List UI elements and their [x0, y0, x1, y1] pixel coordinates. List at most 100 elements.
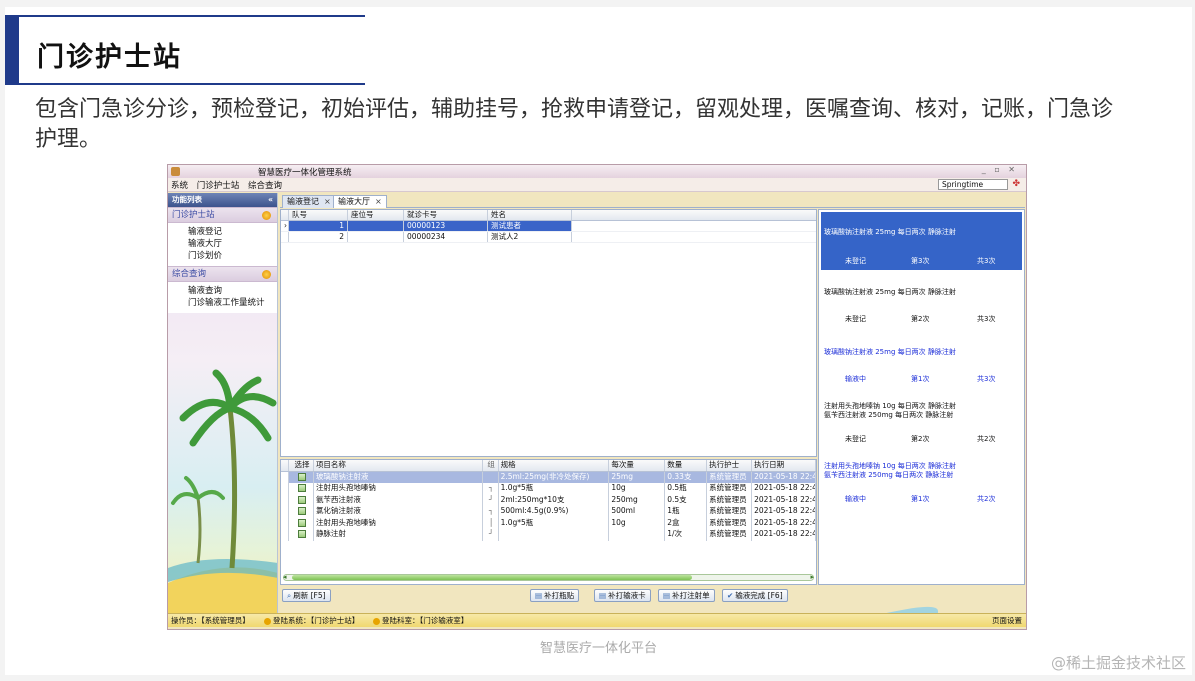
row-checkbox[interactable]	[289, 529, 314, 541]
row-checkbox[interactable]	[289, 517, 314, 529]
menu-nurse-station[interactable]: 门诊护士站	[194, 178, 243, 192]
menu-system[interactable]: 系统	[168, 178, 191, 192]
nav-group-label: 门诊护士站	[172, 210, 215, 220]
col-dose[interactable]: 每次量	[609, 460, 666, 471]
col-name[interactable]: 姓名	[488, 210, 572, 220]
table-row[interactable]: › 玻璃酸钠注射液 2.5ml:25mg(非冷处保存) 25mg 0.33支 系…	[281, 471, 816, 483]
refresh-button[interactable]: ⌕ 刷新 [F5]	[282, 589, 331, 602]
reprint-label-button[interactable]: ▤ 补打瓶贴	[530, 589, 580, 602]
checkbox-icon[interactable]	[297, 530, 306, 538]
cell-dose: 10g	[609, 517, 666, 529]
status-dept-text: 登陆科室：【门诊输液室】	[382, 616, 469, 625]
row-checkbox[interactable]	[289, 483, 314, 495]
nav-item-infusion-register[interactable]: 输液登记	[188, 226, 277, 238]
checkbox-icon[interactable]	[297, 507, 306, 515]
card-status: 输液中	[845, 495, 866, 503]
col-seat[interactable]: 座位号	[348, 210, 404, 220]
row-indicator	[281, 483, 289, 495]
menu-query[interactable]: 综合查询	[245, 178, 285, 192]
checkbox-icon[interactable]	[297, 472, 306, 481]
row-indicator	[281, 494, 289, 506]
title-accent-bar	[5, 17, 19, 83]
card-status: 未登记	[845, 257, 866, 265]
action-button-bar: ⌕ 刷新 [F5] ▤ 补打瓶贴 ▤ 补打输液卡 ▤ 补打注射单 ✔ 输液完成 [F6]	[280, 586, 1025, 604]
col-nurse[interactable]: 执行护士	[707, 460, 753, 471]
infusion-complete-button[interactable]: ✔ 输液完成 [F6]	[722, 589, 788, 602]
collapse-icon[interactable]: «	[268, 193, 273, 207]
window-controls[interactable]: _ ▫ ✕	[982, 165, 1018, 174]
col-queue[interactable]: 队号	[289, 210, 348, 220]
scroll-left-icon[interactable]: ◂	[283, 573, 287, 581]
order-items-header: 选择 项目名称 组 规格 每次量 数量 执行护士 执行日期	[281, 460, 816, 472]
row-indicator	[281, 529, 289, 541]
cell-nurse: 系统管理员	[707, 483, 753, 495]
row-checkbox[interactable]	[289, 506, 314, 518]
app-logo-icon: ✤	[1012, 179, 1020, 189]
scrollbar-thumb[interactable]	[292, 575, 692, 580]
nav-item-infusion-hall[interactable]: 输液大厅	[188, 238, 277, 250]
infusion-card[interactable]: 注射用头孢地嗪钠 10g 每日两次 静脉注射 氨苄西注射液 250mg 每日两次…	[821, 396, 1022, 454]
checkbox-icon[interactable]	[297, 518, 306, 527]
cell-dose	[609, 529, 666, 541]
col-card[interactable]: 就诊卡号	[404, 210, 488, 220]
tab-infusion-register[interactable]: 输液登记 ×	[282, 195, 336, 208]
skin-select[interactable]: Springtime	[938, 179, 1008, 190]
tab-label: 输液登记	[287, 197, 319, 206]
page-setting-link[interactable]: 页面设置	[992, 614, 1022, 627]
reprint-injection-button[interactable]: ▤ 补打注射单	[658, 589, 715, 602]
close-icon[interactable]: ×	[375, 197, 382, 206]
card-count: 第1次	[911, 495, 930, 503]
expand-toggle-icon[interactable]	[262, 270, 271, 279]
tab-infusion-hall[interactable]: 输液大厅 ×	[333, 195, 387, 208]
cell-exec-date: 2021-05-18 22:46:	[752, 517, 816, 529]
nav-item-infusion-query[interactable]: 输液查询	[188, 285, 277, 297]
checkbox-icon[interactable]	[297, 484, 306, 492]
infusion-card[interactable]: 注射用头孢地嗪钠 10g 每日两次 静脉注射 氨苄西注射液 250mg 每日两次…	[821, 456, 1022, 514]
infusion-card[interactable]: 玻璃酸钠注射液 25mg 每日两次 静脉注射 未登记 第2次 共3次	[821, 276, 1022, 330]
table-row[interactable]: 氯化钠注射液 ┐ 500ml:4.5g(0.9%) 500ml 1瓶 系统管理员…	[281, 506, 816, 518]
card-order-text: 氨苄西注射液 250mg 每日两次 静脉注射	[824, 411, 954, 419]
col-spec[interactable]: 规格	[499, 460, 610, 471]
infusion-card[interactable]: 玻璃酸钠注射液 25mg 每日两次 静脉注射 输液中 第1次 共3次	[821, 336, 1022, 390]
horizontal-scrollbar[interactable]: ◂ ▸	[283, 573, 814, 581]
cell-exec-date: 2021-05-18 22:46:	[752, 529, 816, 541]
cell-group: ┘	[483, 494, 499, 506]
cell-nurse: 系统管理员	[707, 529, 753, 541]
col-item-name[interactable]: 项目名称	[314, 460, 483, 471]
table-row[interactable]: 氨苄西注射液 ┘ 2ml:250mg*10支 250mg 0.5支 系统管理员 …	[281, 494, 816, 506]
search-icon: ⌕	[287, 591, 292, 600]
cell-item-name: 注射用头孢地嗪钠	[314, 517, 483, 529]
nav-group-label: 综合查询	[172, 269, 207, 279]
cell-group: ┐	[483, 506, 499, 518]
table-row[interactable]: 注射用头孢地嗪钠 ┐ 1.0g*5瓶 10g 0.5瓶 系统管理员 2021-0…	[281, 483, 816, 495]
close-icon[interactable]: ×	[324, 197, 331, 206]
table-row[interactable]: › 1 00000123 测试患者	[281, 221, 816, 232]
checkbox-icon[interactable]	[297, 495, 306, 504]
cell-item-name: 注射用头孢地嗪钠	[314, 483, 483, 495]
row-indicator-header	[281, 460, 289, 471]
col-select[interactable]: 选择	[289, 460, 314, 471]
table-row[interactable]: 注射用头孢地嗪钠 │ 1.0g*5瓶 10g 2盒 系统管理员 2021-05-…	[281, 517, 816, 529]
table-row[interactable]: 静脉注射 ┘ 1/次 系统管理员 2021-05-18 22:46:	[281, 529, 816, 541]
card-total: 共3次	[977, 257, 996, 265]
nav-group-nurse-station[interactable]: 门诊护士站	[168, 207, 277, 223]
infusion-card[interactable]: 玻璃酸钠注射液 25mg 每日两次 静脉注射 未登记 第3次 共3次	[821, 212, 1022, 270]
nav-item-outpatient-pricing[interactable]: 门诊划价	[188, 250, 277, 262]
cell-seat	[348, 221, 404, 231]
col-exec-date[interactable]: 执行日期	[752, 460, 816, 471]
expand-toggle-icon[interactable]	[262, 211, 271, 220]
table-row[interactable]: 2 00000234 测试人2	[281, 232, 816, 243]
reprint-card-button[interactable]: ▤ 补打输液卡	[594, 589, 651, 602]
printer-icon: ▤	[599, 591, 607, 600]
nav-item-infusion-workload[interactable]: 门诊输液工作量统计	[188, 297, 277, 309]
scroll-right-icon[interactable]: ▸	[810, 573, 814, 581]
queue-table: 队号 座位号 就诊卡号 姓名 › 1 00000123 测试患者 2 00000…	[280, 209, 817, 457]
row-checkbox[interactable]	[289, 494, 314, 506]
col-group[interactable]: 组	[483, 460, 499, 471]
col-qty[interactable]: 数量	[665, 460, 708, 471]
nav-group-query[interactable]: 综合查询	[168, 266, 277, 282]
window-title: 智慧医疗一体化管理系统	[258, 168, 352, 178]
row-checkbox[interactable]	[288, 471, 314, 483]
window-titlebar: 智慧医疗一体化管理系统 _ ▫ ✕	[168, 165, 1026, 178]
row-indicator	[281, 506, 289, 518]
